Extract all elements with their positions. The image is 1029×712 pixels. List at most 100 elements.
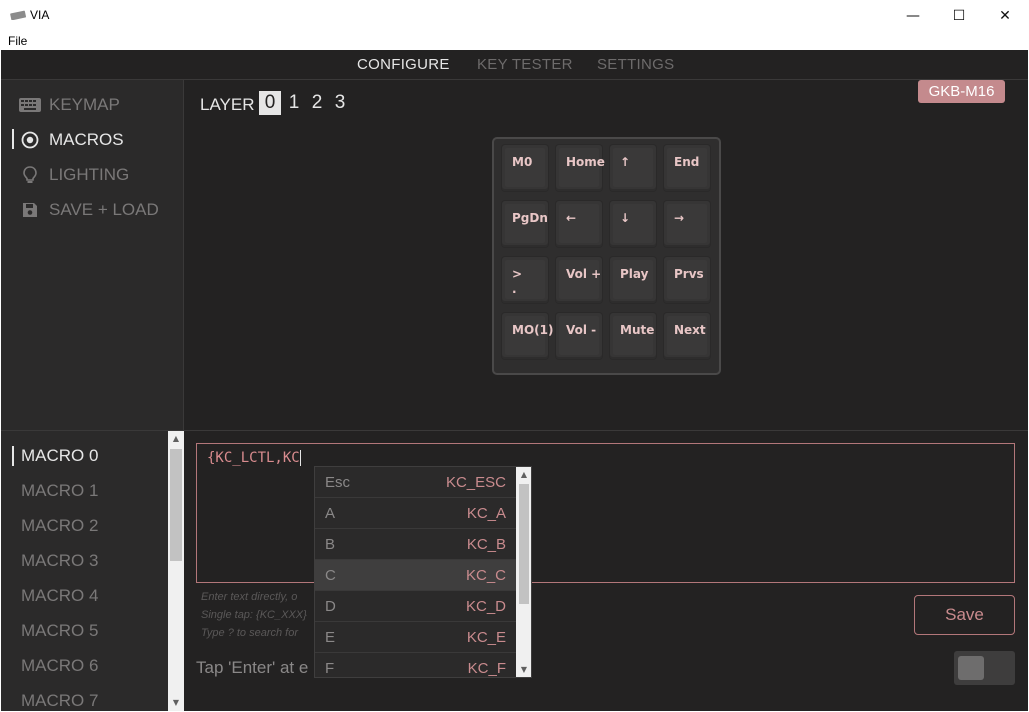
macro-item-3[interactable]: MACRO 3 <box>21 551 98 571</box>
key-legend: ↓ <box>620 211 631 225</box>
macro-item-6[interactable]: MACRO 6 <box>21 656 98 676</box>
key-legend: → <box>674 211 685 225</box>
macro-editor-value: {KC_LCTL,KC <box>207 450 301 466</box>
close-button[interactable]: ✕ <box>982 0 1028 32</box>
tab-settings[interactable]: SETTINGS <box>597 56 674 73</box>
menu-bar: File <box>0 32 1029 50</box>
key-legend: M0 <box>512 155 533 169</box>
macro-list: MACRO 0 MACRO 1 MACRO 2 MACRO 3 MACRO 4 MACRO… <box>1 431 168 711</box>
floppy-disk-icon <box>19 201 41 219</box>
sidebar-item-label: MACROS <box>49 130 124 149</box>
key-r3-c0[interactable]: MO(1) <box>502 313 553 359</box>
minimize-button[interactable]: — <box>890 0 936 32</box>
key-legend: Next <box>674 323 706 337</box>
sidebar-item-label: LIGHTING <box>49 165 130 184</box>
macro-list-scrollbar[interactable]: ▲ ▼ <box>168 431 184 711</box>
option-key-name: C <box>325 567 336 584</box>
key-r3-c2[interactable]: Mute <box>610 313 656 359</box>
autocomplete-option[interactable]: A KC_A <box>315 498 516 529</box>
scrollbar-thumb[interactable] <box>170 449 182 561</box>
window-title: VIA <box>30 8 50 22</box>
keycap <box>613 148 653 187</box>
text-caret <box>299 450 301 466</box>
macro-item-2[interactable]: MACRO 2 <box>21 516 98 536</box>
macro-item-7[interactable]: MACRO 7 <box>21 691 98 711</box>
autocomplete-option[interactable]: Esc KC_ESC <box>315 467 516 498</box>
key-r1-c3[interactable]: → <box>664 201 710 247</box>
key-legend: Vol - <box>566 323 597 337</box>
tab-key-tester[interactable]: KEY TESTER <box>477 56 573 73</box>
tab-configure[interactable]: CONFIGURE <box>357 56 450 73</box>
key-legend: ← <box>566 211 577 225</box>
sidebar-item-save-load[interactable]: SAVE + LOAD <box>19 199 159 221</box>
key-legend: MO(1) <box>512 323 554 337</box>
keycap <box>559 204 599 243</box>
key-r2-c2[interactable]: Play <box>610 257 656 303</box>
layer-2-button[interactable]: 2 <box>306 91 328 115</box>
option-key-name: E <box>325 629 336 646</box>
autocomplete-option[interactable]: B KC_B <box>315 529 516 560</box>
option-key-name: D <box>325 598 336 615</box>
option-key-name: A <box>325 505 336 522</box>
keycap <box>613 204 653 243</box>
keycap <box>505 260 545 299</box>
sidebar-item-macros[interactable]: MACROS <box>19 129 124 151</box>
scroll-up-arrow-icon[interactable]: ▲ <box>168 431 184 447</box>
key-r0-c3[interactable]: End <box>664 145 710 191</box>
key-r3-c1[interactable]: Vol - <box>556 313 602 359</box>
option-keycode: KC_B <box>466 536 506 553</box>
sidebar-item-lighting[interactable]: LIGHTING <box>19 164 129 186</box>
maximize-button[interactable]: ☐ <box>936 0 982 32</box>
sidebar-item-label: SAVE + LOAD <box>49 200 159 219</box>
key-r3-c3[interactable]: Next <box>664 313 710 359</box>
autocomplete-dropdown: F KC_F E KC_E D KC_D C KC_C B KC_B A KC_A Esc KC_ESC … <box>314 466 532 678</box>
autocomplete-option[interactable]: E KC_E <box>315 622 516 653</box>
key-r0-c2[interactable]: ↑ <box>610 145 656 191</box>
autocomplete-option[interactable]: F KC_F <box>315 653 516 677</box>
app-keyboard-icon <box>10 10 26 20</box>
macro-item-5[interactable]: MACRO 5 <box>21 621 98 641</box>
autocomplete-scrollbar[interactable]: ▲ ▼ <box>516 467 531 677</box>
option-keycode: KC_ESC <box>445 474 506 491</box>
editor-hint-line: Enter text directly, o <box>201 591 298 603</box>
key-r1-c1[interactable]: ← <box>556 201 602 247</box>
sidebar-item-label: KEYMAP <box>49 95 120 114</box>
key-r1-c0[interactable]: PgDn <box>502 201 548 247</box>
key-legend: PgDn <box>512 211 548 225</box>
macro-toggle-switch[interactable] <box>954 651 1015 685</box>
key-r0-c1[interactable]: Home <box>556 145 605 191</box>
scroll-down-arrow-icon[interactable]: ▼ <box>516 662 531 677</box>
scrollbar-thumb[interactable] <box>519 484 529 604</box>
layer-label: LAYER <box>200 95 255 114</box>
macro-item-1[interactable]: MACRO 1 <box>21 481 98 501</box>
macro-active-indicator <box>12 446 14 466</box>
menu-file[interactable]: File <box>8 34 27 48</box>
keyboard-layout: M0 Home ↑ End PgDn ← ↓ → > . Vol + Play Prvs MO(1) Vo… <box>492 137 721 375</box>
layer-3-button[interactable]: 3 <box>329 91 351 115</box>
key-r2-c0[interactable]: > . <box>502 257 548 303</box>
top-nav: CONFIGURE KEY TESTER SETTINGS <box>1 50 1028 80</box>
sidebar-item-keymap[interactable]: KEYMAP <box>19 94 120 116</box>
key-legend: End <box>674 155 700 169</box>
key-r2-c3[interactable]: Prvs <box>664 257 710 303</box>
autocomplete-option[interactable]: C KC_C <box>315 560 516 591</box>
scroll-down-arrow-icon[interactable]: ▼ <box>168 695 184 711</box>
option-keycode: KC_E <box>466 629 506 646</box>
record-icon <box>19 131 41 149</box>
device-badge: GKB-M16 <box>918 80 1005 103</box>
key-legend: Mute <box>620 323 655 337</box>
layer-1-button[interactable]: 1 <box>283 91 305 115</box>
macro-item-0[interactable]: MACRO 0 <box>21 446 98 466</box>
autocomplete-option[interactable]: D KC_D <box>315 591 516 622</box>
save-button[interactable]: Save <box>914 595 1015 635</box>
key-r2-c1[interactable]: Vol + <box>556 257 602 303</box>
option-key-name: Esc <box>325 474 351 491</box>
keyboard-icon <box>19 96 41 114</box>
key-r0-c0[interactable]: M0 <box>502 145 548 191</box>
sidebar-active-indicator <box>12 129 14 149</box>
scroll-up-arrow-icon[interactable]: ▲ <box>516 467 531 483</box>
key-r1-c2[interactable]: ↓ <box>610 201 656 247</box>
layer-0-button[interactable]: 0 <box>259 91 281 115</box>
option-keycode: KC_D <box>465 598 506 615</box>
macro-item-4[interactable]: MACRO 4 <box>21 586 98 606</box>
